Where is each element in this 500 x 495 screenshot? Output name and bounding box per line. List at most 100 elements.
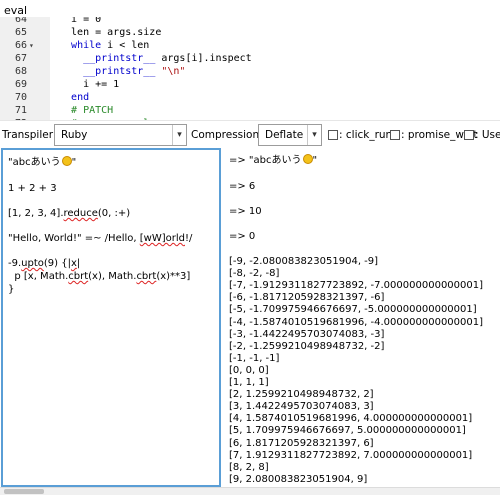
- input-line: 1 + 2 + 3: [8, 182, 57, 195]
- line-number: 70: [14, 92, 27, 103]
- code-line: 68 __printstr__ "\n": [0, 65, 500, 78]
- chevron-down-icon: ▾: [172, 125, 186, 145]
- code-line: 69 i += 1: [0, 78, 500, 91]
- line-number: 65: [14, 27, 27, 38]
- code-token: len = args.size: [59, 27, 162, 38]
- click-run-label: : click_run: [339, 129, 393, 141]
- code-line: 65 len = args.size: [0, 26, 500, 39]
- input-token: (9) {|: [43, 258, 71, 269]
- compression-value: Deflate: [265, 129, 304, 141]
- transpiler-label: Transpiler:: [2, 129, 57, 141]
- output-row: [1, 1, 1]: [229, 377, 269, 388]
- code-token: # PATCH: [71, 105, 114, 116]
- input-line: "Hello, World!" =~ /Hello, [wW]orld!/: [8, 232, 192, 245]
- output-row: [8, 2, 8]: [229, 461, 269, 473]
- compression-select[interactable]: Deflate ▾: [258, 124, 322, 146]
- output-row: [0, 0, 0]: [229, 364, 269, 376]
- output-row: [4, 1.5874010519681996, 4.00000000000000…: [229, 413, 473, 425]
- fold-arrow-icon[interactable]: ▾: [29, 39, 34, 52]
- input-token: [1, 2, 3, 4].: [8, 208, 64, 219]
- output-row: [-6, -1.8171205928321397, -6]: [229, 292, 385, 304]
- output-row: [-7, -1.9129311827723892, -7.00000000000…: [229, 280, 484, 292]
- input-token: "Hello, World!" =~ /Hello,: [8, 233, 140, 244]
- code-line: 67 __printstr__ args[i].inspect: [0, 52, 500, 65]
- output-row: [3, 1.4422495703074083, 3]: [229, 401, 374, 413]
- result-line: => "abcあいう ": [229, 154, 317, 167]
- line-number: 64: [14, 17, 27, 25]
- code-text: i = 0: [59, 17, 101, 26]
- result-text: => 0: [229, 231, 256, 242]
- transpiler-select[interactable]: Ruby ▾: [54, 124, 187, 146]
- result-text: => "abcあいう: [229, 155, 302, 166]
- spellcheck-flagged-word: cbrt: [68, 271, 89, 282]
- input-token: (x)**3]: [156, 271, 191, 282]
- line-number: 66: [14, 40, 27, 51]
- code-token: i < len: [101, 40, 150, 51]
- code-token: i += 1: [59, 79, 120, 90]
- input-token: !/: [185, 233, 193, 244]
- output-row: [-5, -1.709975946676697, -5.000000000000…: [229, 304, 477, 316]
- click-run-checkbox[interactable]: [328, 130, 338, 140]
- output-row: [5, 1.709975946676697, 5.000000000000001…: [229, 425, 466, 437]
- code-token: __printstr__: [83, 53, 156, 64]
- input-token: }: [8, 284, 15, 295]
- line-number: 68: [14, 66, 27, 77]
- code-token: "\n": [161, 66, 186, 77]
- toolbar: Transpiler: Ruby ▾ Compression: Deflate …: [0, 120, 500, 148]
- spellcheck-flagged-word: cbrt: [136, 271, 157, 282]
- input-token: p [x, Math.: [8, 271, 69, 282]
- code-line: 70 end: [0, 91, 500, 104]
- code-token: end: [71, 92, 90, 103]
- smiley-emoji-icon: [61, 156, 72, 166]
- output-row: [-8, -2, -8]: [229, 268, 280, 280]
- input-token: (0, :+): [97, 208, 131, 219]
- ruby-input-textarea[interactable]: "abcあいう " 1 + 2 + 3 [1, 2, 3, 4].reduce(0, …: [1, 148, 221, 487]
- horizontal-scrollbar[interactable]: [0, 487, 500, 495]
- use-w-checkbox[interactable]: [464, 130, 474, 140]
- output-pane: => "abcあいう " => 6 => 10 => 0 [-9, -2.08008382…: [225, 148, 500, 487]
- input-token: 1 + 2 + 3: [8, 183, 57, 194]
- input-line: [1, 2, 3, 4].reduce(0, :+): [8, 207, 130, 220]
- output-row: [-4, -1.5874010519681996, -4.00000000000…: [229, 316, 484, 328]
- code-text: i += 1: [59, 78, 119, 91]
- result-text-tail: ": [312, 155, 318, 166]
- input-token: -9.: [8, 258, 22, 269]
- code-text: len = args.size: [59, 26, 161, 39]
- scrollbar-thumb[interactable]: [4, 489, 44, 494]
- input-token: "abcあいう: [8, 157, 61, 168]
- promise-wait-checkbox[interactable]: [390, 130, 400, 140]
- input-line: p [x, Math.cbrt(x), Math.cbrt(x)**3]: [8, 270, 190, 283]
- code-token: __printstr__: [83, 66, 156, 77]
- output-row: [-1, -1, -1]: [229, 352, 280, 364]
- eval-label: eval: [4, 4, 28, 17]
- code-text: # PATCH: [59, 104, 113, 117]
- output-row: [2, 1.2599210498948732, 2]: [229, 389, 374, 401]
- input-token: |: [76, 258, 81, 269]
- code-line: 64 i = 0: [0, 17, 500, 26]
- code-line: 71 # PATCH: [0, 104, 500, 117]
- output-row: [6, 1.8171205928321397, 6]: [229, 437, 374, 449]
- line-number: 69: [14, 79, 27, 90]
- code-line: 66 ▾ while i < len: [0, 39, 500, 52]
- output-row: [-9, -2.080083823051904, -9]: [229, 256, 379, 267]
- result-line: => 0: [229, 230, 255, 243]
- code-text: __printstr__ args[i].inspect: [59, 52, 252, 65]
- spellcheck-flagged-word: reduce: [63, 208, 98, 219]
- result-text: => 6: [229, 181, 256, 192]
- result-line: => 10: [229, 205, 262, 218]
- result-text: => 10: [229, 206, 262, 217]
- input-line: }: [8, 283, 14, 296]
- output-row: [-2, -1.2599210498948732, -2]: [229, 340, 385, 352]
- output-row: [7, 1.9129311827723892, 7.00000000000000…: [229, 449, 473, 461]
- code-editor[interactable]: 64 i = 0 65 len = args.size 66 ▾ while i < …: [0, 17, 500, 120]
- chevron-down-icon: ▾: [307, 125, 321, 145]
- line-number: 67: [14, 53, 27, 64]
- input-line: "abcあいう ": [8, 156, 76, 169]
- use-w-label: : Use w: [475, 129, 500, 141]
- code-token: while: [71, 40, 102, 51]
